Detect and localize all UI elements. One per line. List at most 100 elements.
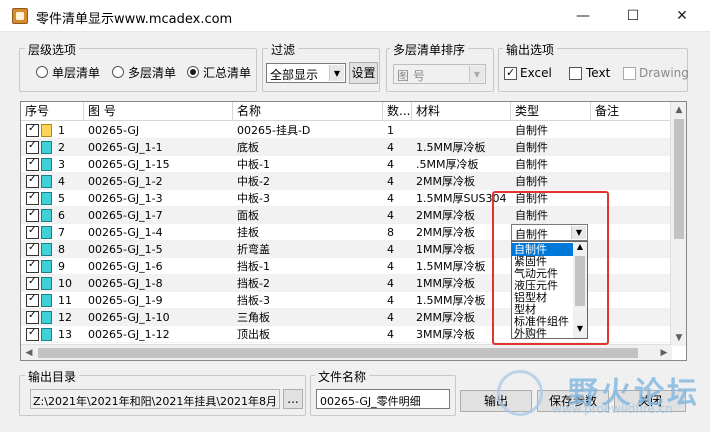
row-checkbox[interactable] [26,310,39,324]
outdir-field[interactable]: Z:\2021年\2021年和阳\2021年挂具\2021年8月: [30,389,280,409]
scroll-left-icon[interactable]: ◀ [21,345,37,360]
cell-name: 挡板-2 [237,277,270,290]
window-title: 零件清单显示www.mcadex.com [36,12,233,27]
cell-no: 3 [58,158,65,171]
vertical-scroll-thumb[interactable] [674,119,684,239]
cell-type[interactable]: 自制件 [511,139,591,156]
cell-qty: 4 [387,141,394,154]
cell-qty: 4 [387,175,394,188]
horizontal-scroll-thumb[interactable] [38,348,638,358]
part-icon [41,311,52,324]
table-row[interactable]: 4 00265-GJ_1-2 中板-2 4 2MM厚冷板 自制件 [21,173,673,190]
filename-value: 00265-GJ_零件明细 [320,395,421,408]
cell-name: 挡板-1 [237,260,270,273]
part-icon [41,175,52,188]
row-checkbox[interactable] [26,174,39,188]
row-checkbox[interactable] [26,327,39,341]
part-icon [41,243,52,256]
radio-single-level[interactable] [36,66,48,78]
cell-type[interactable]: 自制件 [511,122,591,139]
part-icon [41,158,52,171]
part-icon [41,294,52,307]
cell-name: 折弯盖 [237,243,270,256]
cell-qty: 4 [387,243,394,256]
filename-field[interactable]: 00265-GJ_零件明细 [316,389,450,409]
filter-set-button[interactable]: 设置 [349,62,378,84]
row-checkbox[interactable] [26,191,39,205]
browse-button[interactable]: ... [283,389,303,409]
cell-type[interactable]: 自制件 [511,156,591,173]
cell-no: 9 [58,260,65,273]
cell-qty: 4 [387,260,394,273]
cell-code: 00265-GJ [88,124,140,137]
cell-type[interactable]: 自制件 [511,173,591,190]
drawing-label: Drawing [639,66,689,80]
cell-name: 三角板 [237,311,270,324]
cell-qty: 4 [387,192,394,205]
excel-checkbox[interactable] [504,66,517,80]
row-checkbox[interactable] [26,140,39,154]
cell-qty: 4 [387,158,394,171]
col-header-name[interactable]: 名称 [233,102,383,121]
sort-select[interactable]: 图 号 ▼ [393,64,486,84]
part-icon [41,260,52,273]
cell-remark [591,173,673,190]
chevron-down-icon: ▼ [329,65,344,81]
row-checkbox[interactable] [26,157,39,171]
vertical-scrollbar[interactable]: ▲ ▼ [670,102,686,346]
row-checkbox[interactable] [26,259,39,273]
cell-code: 00265-GJ_1-9 [88,294,163,307]
scroll-up-icon[interactable]: ▲ [671,102,686,118]
drawing-checkbox[interactable] [623,67,636,80]
horizontal-scrollbar[interactable]: ◀ ▶ [21,344,672,360]
radio-single-level-label[interactable]: 单层清单 [52,64,100,81]
radio-summary[interactable] [187,66,199,78]
filter-select-value: 全部显示 [270,68,319,82]
cell-qty: 8 [387,226,394,239]
row-checkbox[interactable] [26,276,39,290]
text-checkbox[interactable] [569,67,582,80]
scroll-down-icon[interactable]: ▼ [671,330,686,346]
row-checkbox[interactable] [26,242,39,256]
text-label[interactable]: Text [586,66,610,80]
radio-summary-label[interactable]: 汇总清单 [203,64,251,81]
cell-no: 7 [58,226,65,239]
cell-code: 00265-GJ_1-10 [88,311,170,324]
filename-label: 文件名称 [315,368,370,385]
col-header-material[interactable]: 材料 [412,102,511,121]
row-checkbox[interactable] [26,293,39,307]
cell-no: 10 [58,277,72,290]
cell-no: 4 [58,175,65,188]
part-icon [41,328,52,341]
cell-name: 挂板 [237,226,259,239]
excel-label[interactable]: Excel [520,66,552,80]
col-header-qty[interactable]: 数... [383,102,412,121]
table-row[interactable]: 2 00265-GJ_1-1 底板 4 1.5MM厚冷板 自制件 [21,139,673,156]
app-icon [12,8,28,24]
watermark-logo-icon [497,370,543,416]
part-icon [41,277,52,290]
filter-select[interactable]: 全部显示 ▼ [266,63,346,83]
part-icon [41,192,52,205]
outdir-value: Z:\2021年\2021年和阳\2021年挂具\2021年8月: [33,395,277,408]
col-header-code[interactable]: 图 号 [84,102,233,121]
cell-code: 00265-GJ_1-8 [88,277,163,290]
row-checkbox[interactable] [26,208,39,222]
close-window-button[interactable]: ✕ [659,0,705,32]
row-checkbox[interactable] [26,123,39,137]
col-header-no[interactable]: 序号 [21,102,84,121]
radio-multi-level-label[interactable]: 多层清单 [128,64,176,81]
col-header-type[interactable]: 类型 [511,102,591,121]
cell-no: 2 [58,141,65,154]
scroll-right-icon[interactable]: ▶ [656,345,672,360]
cell-qty: 4 [387,277,394,290]
radio-multi-level[interactable] [112,66,124,78]
col-header-remark[interactable]: 备注 [591,102,673,121]
table-row[interactable]: 3 00265-GJ_1-15 中板-1 4 .5MM厚冷板 自制件 [21,156,673,173]
row-checkbox[interactable] [26,225,39,239]
filter-label: 过滤 [268,41,299,58]
maximize-button[interactable]: ☐ [610,0,656,32]
table-row[interactable]: 1 00265-GJ 00265-挂具-D 1 自制件 [21,122,673,139]
cell-no: 13 [58,328,72,341]
minimize-button[interactable]: — [560,0,606,32]
